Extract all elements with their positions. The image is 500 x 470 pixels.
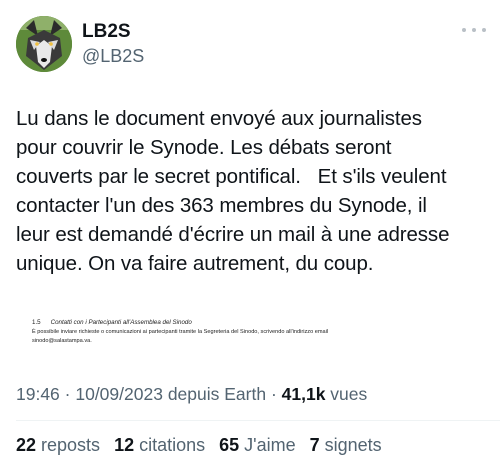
views-count[interactable]: 41,1k: [282, 384, 326, 404]
quotes-label: citations: [139, 435, 206, 455]
wolf-avatar-icon: [16, 16, 72, 72]
more-horizontal-icon: [472, 28, 476, 32]
tweet-metadata: 19:46 · 10/09/2023 depuis Earth · 41,1k …: [16, 382, 367, 406]
likes-label: J'aime: [244, 435, 296, 455]
document-section-heading: 1.5 Contatti con i Partecipanti all'Assem…: [32, 318, 472, 327]
reposts-label: reposts: [41, 435, 101, 455]
reposts-stat[interactable]: 22 reposts: [16, 433, 100, 457]
quotes-count: 12: [114, 435, 135, 455]
author-display-name[interactable]: LB2S: [82, 20, 144, 44]
more-horizontal-icon: [482, 28, 486, 32]
document-body-line: È possibile inviare richieste o comunica…: [32, 329, 329, 335]
engagement-stats: 22 reposts 12 citations 65 J'aime 7 signets: [16, 433, 382, 457]
quotes-stat[interactable]: 12 citations: [114, 433, 205, 457]
author-handle[interactable]: @LB2S: [82, 44, 144, 68]
tweet-date[interactable]: 10/09/2023: [75, 384, 163, 404]
more-options-button[interactable]: [462, 22, 486, 38]
document-body: È possibile inviare richieste o comunica…: [32, 328, 472, 346]
meta-separator: ·: [59, 384, 76, 404]
bookmarks-label: signets: [324, 435, 382, 455]
divider: [16, 420, 500, 421]
tweet-text: Lu dans le document envoyé aux journalis…: [16, 107, 450, 275]
attached-document-image[interactable]: 1.5 Contatti con i Partecipanti all'Assem…: [32, 318, 472, 346]
document-section-number: 1.5: [32, 319, 41, 326]
author-block: LB2S @LB2S: [82, 20, 144, 68]
likes-stat[interactable]: 65 J'aime: [219, 433, 295, 457]
tweet-source: depuis Earth: [162, 384, 267, 404]
document-section-title: Contatti con i Partecipanti all'Assemble…: [50, 319, 192, 326]
document-body-line: sinodo@salastampa.va.: [32, 338, 92, 344]
more-horizontal-icon: [462, 28, 466, 32]
reposts-count: 22: [16, 435, 37, 455]
bookmarks-stat[interactable]: 7 signets: [310, 433, 382, 457]
views-label: vues: [325, 384, 368, 404]
meta-separator: ·: [266, 384, 282, 404]
bookmarks-count: 7: [309, 435, 320, 455]
avatar[interactable]: [16, 16, 72, 72]
likes-count: 65: [219, 435, 240, 455]
tweet-time[interactable]: 19:46: [16, 384, 60, 404]
